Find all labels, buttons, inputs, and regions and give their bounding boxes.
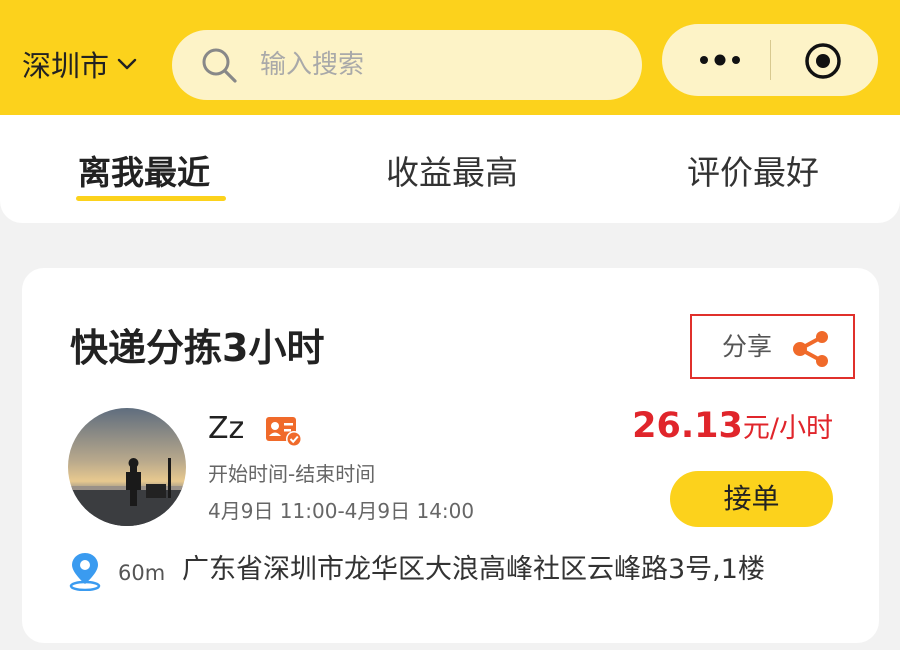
- search-input[interactable]: 输入搜索: [260, 48, 364, 82]
- avatar-photo: [68, 408, 186, 526]
- city-selector[interactable]: 深圳市: [22, 44, 137, 84]
- more-dots-icon[interactable]: [692, 44, 752, 76]
- avatar[interactable]: [68, 408, 186, 526]
- tab-highest-earning[interactable]: 收益最高: [386, 151, 518, 195]
- tab-nearest[interactable]: 离我最近: [78, 151, 210, 195]
- chevron-down-icon: [117, 58, 137, 70]
- hourly-price: 26.13 元 /小时: [632, 406, 833, 446]
- distance: 60m: [118, 561, 166, 585]
- job-title: 快递分拣3小时: [70, 326, 325, 370]
- sort-tabs: 离我最近 收益最高 评价最好: [0, 115, 900, 223]
- share-icon: [793, 331, 828, 367]
- location-pin-icon: [69, 553, 101, 591]
- top-header: 深圳市 输入搜索: [0, 0, 900, 115]
- price-unit: /小时: [769, 413, 833, 444]
- job-card[interactable]: 快递分拣3小时 分享 Zz 开始时间-结束时间 4月9日 11:00-4月9日 …: [22, 268, 879, 643]
- tab-best-rated[interactable]: 评价最好: [687, 151, 819, 195]
- verified-id-icon: [266, 417, 302, 447]
- job-address: 广东省深圳市龙华区大浪高峰社区云峰路3号,1楼: [182, 554, 765, 585]
- time-label: 开始时间-结束时间: [208, 462, 376, 486]
- capsule-divider: [770, 40, 771, 80]
- time-value: 4月9日 11:00-4月9日 14:00: [208, 499, 475, 523]
- price-currency: 元: [742, 413, 770, 444]
- active-tab-indicator: [76, 196, 226, 201]
- target-icon[interactable]: [804, 42, 842, 80]
- share-label: 分享: [722, 332, 773, 361]
- share-button[interactable]: 分享: [690, 314, 855, 379]
- search-icon: [202, 48, 237, 83]
- user-name: Zz: [208, 411, 245, 446]
- price-amount: 26.13: [632, 406, 743, 446]
- accept-order-button[interactable]: 接单: [670, 471, 833, 527]
- city-label: 深圳市: [22, 49, 110, 83]
- search-bar[interactable]: 输入搜索: [172, 30, 642, 100]
- miniapp-capsule: [662, 24, 878, 96]
